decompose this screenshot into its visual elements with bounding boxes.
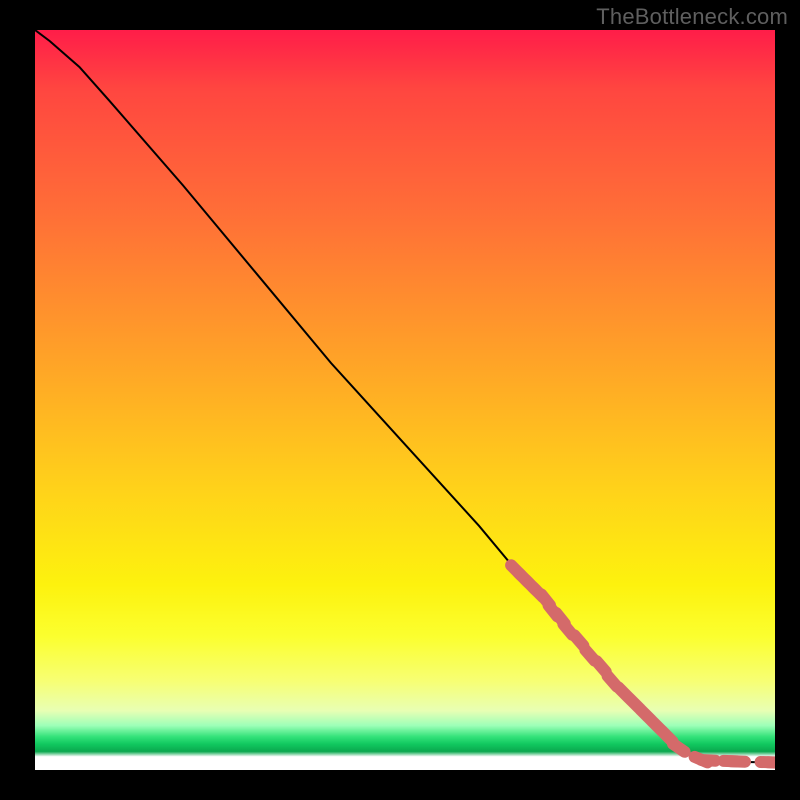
highlight-marker xyxy=(673,744,685,752)
chart-overlay xyxy=(35,30,775,770)
highlight-marker xyxy=(701,760,715,761)
watermark-text: TheBottleneck.com xyxy=(596,4,788,30)
highlight-marker xyxy=(597,661,606,672)
curve-layer xyxy=(35,30,775,763)
marker-layer xyxy=(511,565,775,763)
highlight-marker xyxy=(574,635,583,646)
bottleneck-curve xyxy=(35,30,775,763)
chart-frame: TheBottleneck.com xyxy=(0,0,800,800)
highlight-marker xyxy=(768,762,775,763)
plot-area xyxy=(35,30,775,770)
